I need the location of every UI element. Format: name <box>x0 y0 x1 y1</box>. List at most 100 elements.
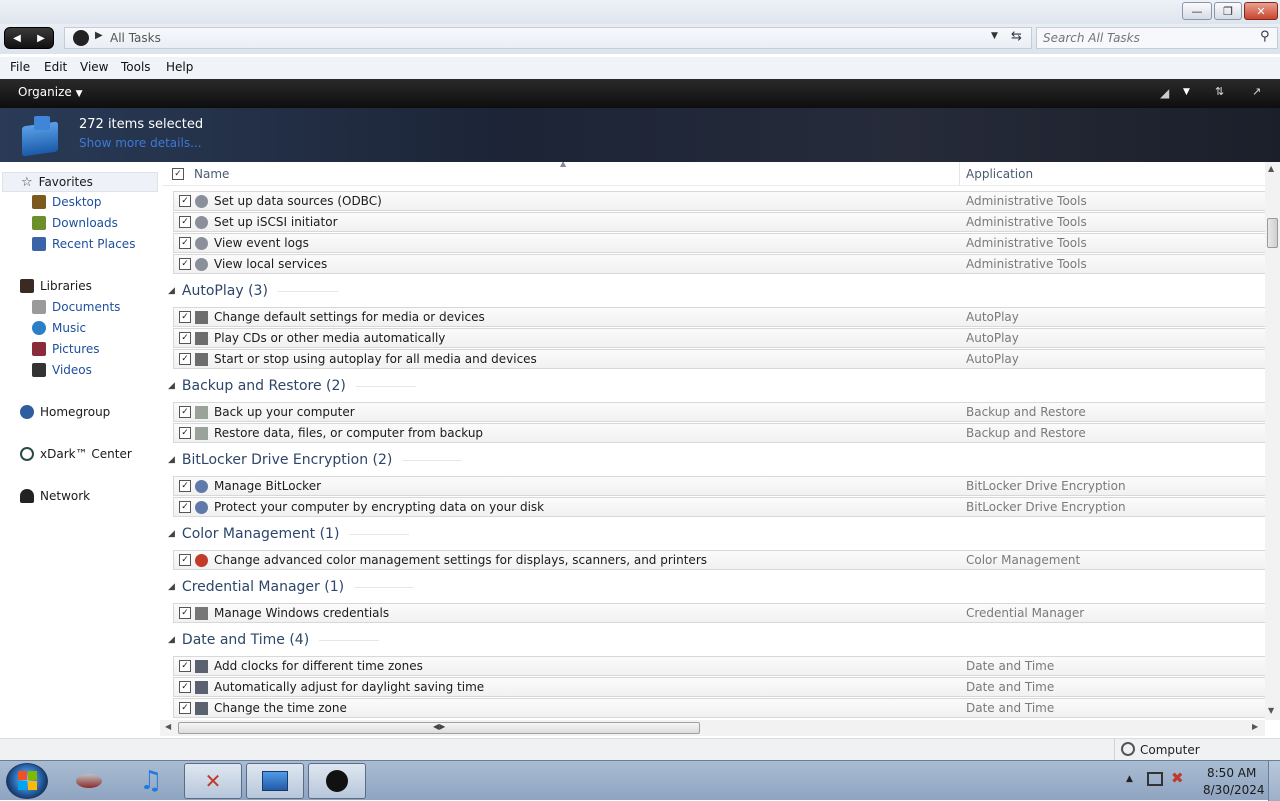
taskbar-app-tools[interactable]: ✕ <box>184 763 242 799</box>
item-checkbox[interactable]: ✓ <box>179 480 191 492</box>
nav-favorites[interactable]: ☆ Favorites <box>2 172 158 192</box>
item-checkbox[interactable]: ✓ <box>179 406 191 418</box>
view-options-icon[interactable]: ◢ <box>1160 86 1169 100</box>
column-application[interactable]: Application <box>966 167 1033 181</box>
item-checkbox[interactable]: ✓ <box>179 554 191 566</box>
list-item[interactable]: ✓ Set up iSCSI initiator Administrative To… <box>173 212 1265 232</box>
show-desktop-button[interactable] <box>1268 761 1280 801</box>
group-header-credential-manager[interactable]: ◢ Credential Manager (1) <box>168 577 415 597</box>
item-checkbox[interactable]: ✓ <box>179 216 191 228</box>
organize-button[interactable]: Organize ▼ <box>18 85 83 99</box>
breadcrumb-arrow-icon[interactable]: ▶ <box>95 30 103 41</box>
taskbar-app-ufo[interactable] <box>60 763 118 799</box>
close-button[interactable]: ✕ <box>1244 2 1278 20</box>
item-checkbox[interactable]: ✓ <box>179 195 191 207</box>
group-header-autoplay[interactable]: ◢ AutoPlay (3) <box>168 281 338 301</box>
horizontal-scroll-thumb[interactable]: ◀▶ <box>178 722 700 734</box>
collapse-triangle-icon[interactable]: ◢ <box>168 635 175 645</box>
list-item[interactable]: ✓ Play CDs or other media automatically Au… <box>173 328 1265 348</box>
collapse-triangle-icon[interactable]: ◢ <box>168 286 175 296</box>
vertical-scroll-thumb[interactable] <box>1267 218 1278 248</box>
address-dropdown-icon[interactable]: ▼ <box>991 31 998 41</box>
menu-edit[interactable]: Edit <box>44 60 67 74</box>
list-item[interactable]: ✓ Change the time zone Date and Time <box>173 698 1265 718</box>
list-item[interactable]: ✓ Start or stop using autoplay for all me… <box>173 349 1265 369</box>
nav-homegroup[interactable]: Homegroup <box>20 402 110 422</box>
nav-recent-places[interactable]: Recent Places <box>32 234 135 254</box>
nav-network[interactable]: Network <box>20 486 90 506</box>
collapse-triangle-icon[interactable]: ◢ <box>168 381 175 391</box>
list-item[interactable]: ✓ Add clocks for different time zones Date… <box>173 656 1265 676</box>
clock-date[interactable]: 8/30/2024 <box>1203 783 1265 797</box>
item-checkbox[interactable]: ✓ <box>179 353 191 365</box>
list-item[interactable]: ✓ Back up your computer Backup and Restore <box>173 402 1265 422</box>
nav-xdark-center[interactable]: xDark™ Center <box>20 444 132 464</box>
menu-help[interactable]: Help <box>166 60 193 74</box>
clock-time[interactable]: 8:50 AM <box>1207 766 1256 780</box>
start-button[interactable] <box>6 763 48 799</box>
list-item[interactable]: ✓ View event logs Administrative Tools <box>173 233 1265 253</box>
restore-button[interactable]: ❐ <box>1214 2 1242 20</box>
item-checkbox[interactable]: ✓ <box>179 311 191 323</box>
select-all-checkbox[interactable]: ✓ <box>172 168 184 180</box>
item-checkbox[interactable]: ✓ <box>179 702 191 714</box>
collapse-triangle-icon[interactable]: ◢ <box>168 582 175 592</box>
search-box[interactable]: ⚲ <box>1036 27 1278 49</box>
breadcrumb[interactable]: All Tasks <box>110 31 161 45</box>
scroll-down-icon[interactable]: ▼ <box>1268 706 1274 715</box>
help-icon[interactable]: ↗ <box>1252 85 1261 98</box>
list-item[interactable]: ✓ Change advanced color management settin… <box>173 550 1265 570</box>
taskbar-app-itunes[interactable]: ♫ <box>122 763 180 799</box>
collapse-triangle-icon[interactable]: ◢ <box>168 455 175 465</box>
menu-view[interactable]: View <box>80 60 108 74</box>
item-checkbox[interactable]: ✓ <box>179 681 191 693</box>
show-more-details-link[interactable]: Show more details... <box>79 136 202 150</box>
nav-libraries[interactable]: Libraries <box>20 276 92 296</box>
view-dropdown-icon[interactable]: ▼ <box>1183 87 1190 97</box>
list-item[interactable]: ✓ Restore data, files, or computer from b… <box>173 423 1265 443</box>
taskbar-app-control-panel[interactable] <box>246 763 304 799</box>
list-item[interactable]: ✓ Automatically adjust for daylight savin… <box>173 677 1265 697</box>
nav-pictures[interactable]: Pictures <box>32 339 100 359</box>
refresh-icon[interactable]: ⇆ <box>1011 29 1022 44</box>
list-item[interactable]: ✓ Protect your computer by encrypting dat… <box>173 497 1265 517</box>
forward-arrow-icon[interactable]: ▶ <box>37 33 45 44</box>
address-bar[interactable]: ▶ All Tasks ▼ ⇆ <box>64 27 1032 49</box>
vertical-scrollbar[interactable]: ▲ ▼ <box>1265 162 1280 720</box>
item-checkbox[interactable]: ✓ <box>179 332 191 344</box>
list-item[interactable]: ✓ View local services Administrative Tools <box>173 254 1265 274</box>
group-header-date-time[interactable]: ◢ Date and Time (4) <box>168 630 380 650</box>
menu-file[interactable]: File <box>10 60 30 74</box>
nav-desktop[interactable]: Desktop <box>32 192 102 212</box>
scroll-left-icon[interactable]: ◀ <box>165 722 171 731</box>
nav-documents[interactable]: Documents <box>32 297 120 317</box>
search-icon[interactable]: ⚲ <box>1260 29 1270 44</box>
nav-downloads[interactable]: Downloads <box>32 213 118 233</box>
action-center-icon[interactable] <box>1147 772 1163 786</box>
menu-tools[interactable]: Tools <box>121 60 151 74</box>
list-item[interactable]: ✓ Change default settings for media or de… <box>173 307 1265 327</box>
list-item[interactable]: ✓ Set up data sources (ODBC) Administrativ… <box>173 191 1265 211</box>
item-checkbox[interactable]: ✓ <box>179 501 191 513</box>
volume-muted-icon[interactable]: ✖ <box>1171 769 1184 787</box>
item-checkbox[interactable]: ✓ <box>179 660 191 672</box>
list-item[interactable]: ✓ Manage BitLocker BitLocker Drive Encrypt… <box>173 476 1265 496</box>
show-hidden-icons-icon[interactable]: ▲ <box>1126 774 1133 784</box>
search-input[interactable] <box>1043 30 1253 46</box>
group-header-bitlocker[interactable]: ◢ BitLocker Drive Encryption (2) <box>168 450 463 470</box>
horizontal-scrollbar[interactable]: ◀ ◀▶ ▶ <box>160 720 1265 736</box>
back-arrow-icon[interactable]: ◀ <box>13 33 21 44</box>
list-item[interactable]: ✓ Manage Windows credentials Credential Ma… <box>173 603 1265 623</box>
group-header-backup-restore[interactable]: ◢ Backup and Restore (2) <box>168 376 416 396</box>
group-header-color-management[interactable]: ◢ Color Management (1) <box>168 524 410 544</box>
item-checkbox[interactable]: ✓ <box>179 427 191 439</box>
taskbar-app-explorer[interactable] <box>308 763 366 799</box>
column-name[interactable]: Name <box>194 167 229 181</box>
nav-music[interactable]: Music <box>32 318 86 338</box>
scroll-right-icon[interactable]: ▶ <box>1252 722 1258 731</box>
minimize-button[interactable]: — <box>1182 2 1212 20</box>
nav-videos[interactable]: Videos <box>32 360 92 380</box>
preview-pane-icon[interactable]: ⇅ <box>1215 85 1224 98</box>
column-divider[interactable] <box>959 162 960 186</box>
item-checkbox[interactable]: ✓ <box>179 258 191 270</box>
